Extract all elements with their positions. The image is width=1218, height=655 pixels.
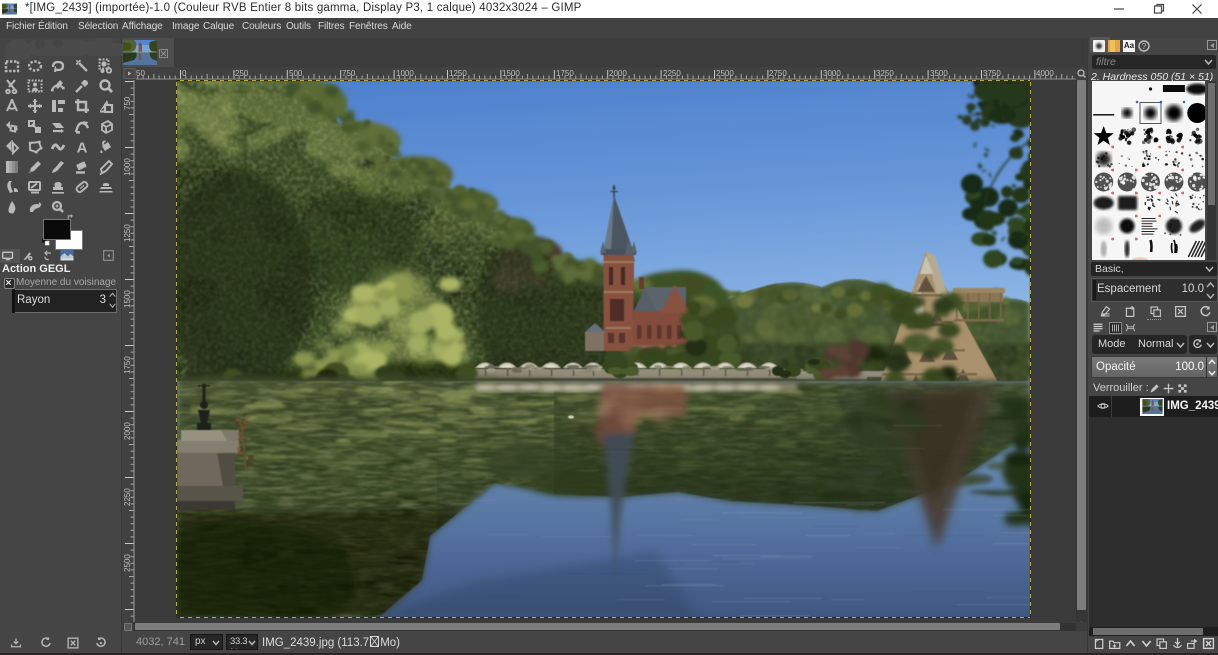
svg-text:?: ? <box>1142 41 1147 50</box>
